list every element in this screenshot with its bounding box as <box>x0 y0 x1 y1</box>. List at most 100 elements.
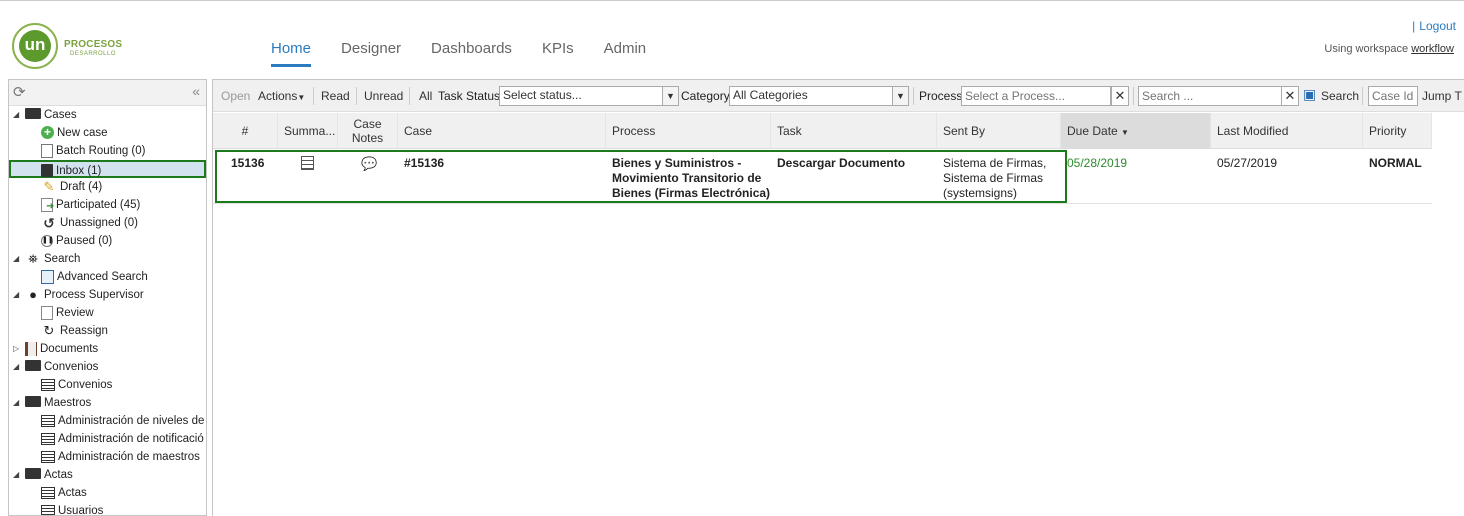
nav-designer[interactable]: Designer <box>341 39 401 67</box>
folder-icon <box>25 468 41 480</box>
refresh-icon[interactable]: ⟳ <box>13 83 26 101</box>
col-due-date[interactable]: Due Date ▼ <box>1061 113 1211 149</box>
read-filter[interactable]: Read <box>321 89 350 103</box>
nav-admin[interactable]: Admin <box>604 39 647 67</box>
col-priority[interactable]: Priority <box>1363 113 1432 149</box>
search-icon[interactable]: ▣ <box>1303 86 1316 103</box>
tree-batch-routing[interactable]: Batch Routing (0) <box>9 142 206 160</box>
process-line1: Bienes y Suministros - <box>612 156 742 170</box>
cases-toolbar: Open Actions▼ Read Unread All Task Statu… <box>213 80 1464 112</box>
all-filter[interactable]: All <box>419 89 432 103</box>
process-line2: Movimiento Transitorio de <box>612 171 762 185</box>
task-status-select[interactable]: Select status... ▼ <box>499 86 679 106</box>
process-input[interactable] <box>961 86 1111 106</box>
tree-draft[interactable]: ✎ Draft (4) <box>9 178 206 196</box>
tree-actas-folder[interactable]: ◢ Actas <box>9 466 206 484</box>
collapsed-triangle-icon[interactable]: ▷ <box>13 340 25 358</box>
chat-bubbles-icon[interactable]: 💬 <box>361 156 377 171</box>
clear-search-button[interactable]: ✕ <box>1281 86 1299 106</box>
col-case[interactable]: Case <box>398 113 606 149</box>
col-case-notes-line2: Notes <box>351 131 384 145</box>
tree-maestros-folder[interactable]: ◢ Maestros <box>9 394 206 412</box>
tree-label: New case <box>57 127 108 139</box>
tree-convenios-folder[interactable]: ◢ Convenios <box>9 358 206 376</box>
tree-convenios-item[interactable]: Convenios <box>9 376 206 394</box>
logout-separator: | <box>1412 19 1416 33</box>
tree-maestros-item[interactable]: Administración de notificació <box>9 430 206 448</box>
case-id-input[interactable] <box>1368 86 1418 106</box>
category-select[interactable]: All Categories ▼ <box>729 86 909 106</box>
search-input[interactable] <box>1138 86 1282 106</box>
logout-area: | Logout <box>1412 19 1456 33</box>
tree-inbox[interactable]: Inbox (1) <box>9 160 206 178</box>
nav-dashboards[interactable]: Dashboards <box>431 39 512 67</box>
tree-participated[interactable]: Participated (45) <box>9 196 206 214</box>
jump-button[interactable]: Jump T <box>1422 89 1462 103</box>
col-task[interactable]: Task <box>771 113 937 149</box>
workspace-link[interactable]: workflow <box>1411 43 1454 55</box>
cell-sent-by: Sistema de Firmas, Sistema de Firmas (sy… <box>937 156 1046 201</box>
tree-paused[interactable]: ❚❚ Paused (0) <box>9 232 206 250</box>
pencil-icon: ✎ <box>43 178 55 194</box>
tree-usuarios-item[interactable]: Usuarios <box>9 502 206 515</box>
main-panel: Open Actions▼ Read Unread All Task Statu… <box>212 79 1464 516</box>
task-status-value: Select status... <box>503 88 582 102</box>
unassigned-icon: ↺ <box>43 214 55 231</box>
tree-label: Actas <box>58 487 87 499</box>
tree-advanced-search[interactable]: Advanced Search <box>9 268 206 286</box>
col-number[interactable]: # <box>213 113 278 149</box>
tree-review[interactable]: Review <box>9 304 206 322</box>
dropdown-arrow-icon[interactable]: ▼ <box>892 87 908 105</box>
open-button[interactable]: Open <box>221 89 250 103</box>
tree-unassigned[interactable]: ↺ Unassigned (0) <box>9 214 206 232</box>
expand-triangle-icon[interactable]: ◢ <box>13 466 25 484</box>
collapse-sidebar-button[interactable]: « <box>192 83 200 99</box>
unread-filter[interactable]: Unread <box>364 89 403 103</box>
tree-maestros-item[interactable]: Administración de niveles de <box>9 412 206 430</box>
summary-icon[interactable] <box>301 156 314 170</box>
tree-label: Reassign <box>60 325 108 337</box>
pause-icon: ❚❚ <box>41 234 54 247</box>
tree-new-case[interactable]: + New case <box>9 124 206 142</box>
nav-home[interactable]: Home <box>271 39 312 67</box>
expand-triangle-icon[interactable]: ◢ <box>13 286 25 304</box>
tree-actas-item[interactable]: Actas <box>9 484 206 502</box>
col-sent-by[interactable]: Sent By <box>937 113 1061 149</box>
cell-last-modified: 05/27/2019 <box>1217 156 1278 170</box>
col-process[interactable]: Process <box>606 113 771 149</box>
plus-circle-icon: + <box>41 126 54 140</box>
col-last-modified[interactable]: Last Modified <box>1211 113 1363 149</box>
cell-priority: NORMAL <box>1369 156 1422 170</box>
logo-mark: un <box>19 30 51 62</box>
logout-link[interactable]: Logout <box>1419 19 1456 33</box>
folder-icon <box>25 360 41 372</box>
process-label: Process <box>919 89 963 103</box>
tree-documents[interactable]: ▷ Documents <box>9 340 206 358</box>
nav-kpis[interactable]: KPIs <box>542 39 574 67</box>
expand-triangle-icon[interactable]: ◢ <box>13 394 25 412</box>
category-label: Category <box>681 89 730 103</box>
tree-cases[interactable]: ◢ Cases <box>9 106 206 124</box>
cases-table-header: # Summa... Case Notes Case Process Task … <box>213 113 1432 149</box>
col-case-notes[interactable]: Case Notes <box>338 113 398 149</box>
expand-triangle-icon[interactable]: ◢ <box>13 358 25 376</box>
cell-due-date: 05/28/2019 <box>1067 156 1128 170</box>
dropdown-arrow-icon[interactable]: ▼ <box>662 87 678 105</box>
table-row[interactable]: 15136 💬 #15136 Bienes y Suministros - Mo… <box>213 150 1432 204</box>
clear-process-button[interactable]: ✕ <box>1111 86 1129 106</box>
tree-process-supervisor[interactable]: ◢ ● Process Supervisor <box>9 286 206 304</box>
expand-triangle-icon[interactable]: ◢ <box>13 250 25 268</box>
tree-maestros-item[interactable]: Administración de maestros <box>9 448 206 466</box>
col-due-date-label: Due Date <box>1067 124 1118 138</box>
cell-case-notes[interactable]: 💬 <box>355 156 377 172</box>
task-status-label: Task Status <box>438 89 501 103</box>
expand-triangle-icon[interactable]: ◢ <box>13 106 25 124</box>
col-summary[interactable]: Summa... <box>278 113 338 149</box>
search-button[interactable]: Search <box>1321 89 1359 103</box>
actions-menu[interactable]: Actions▼ <box>258 89 305 103</box>
report-list-icon <box>41 414 55 427</box>
cell-summary[interactable] <box>295 156 314 174</box>
toolbar-divider <box>313 87 314 105</box>
tree-search[interactable]: ◢ ⛯ Search <box>9 250 206 268</box>
tree-reassign[interactable]: ↻ Reassign <box>9 322 206 340</box>
